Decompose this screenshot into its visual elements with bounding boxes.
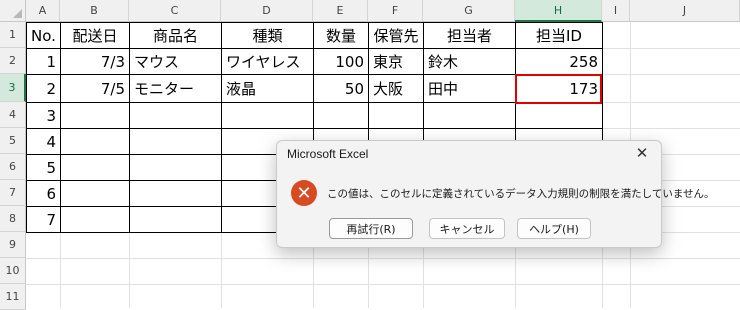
header-cell-qty[interactable]: 数量 [314,23,368,48]
header-cell-person-id[interactable]: 担当ID [516,23,602,48]
column-header-c[interactable]: C [129,0,221,22]
cell-g3[interactable]: 田中 [424,75,515,102]
cell-d2[interactable]: ワイヤレス [222,49,313,74]
cell-a6[interactable]: 5 [27,155,60,180]
column-header-h[interactable]: H [515,0,602,22]
header-cell-storage[interactable]: 保管先 [369,23,423,48]
cell-c3[interactable]: モニター [130,75,221,102]
error-icon: ✕ [291,180,317,206]
header-cell-no[interactable]: No. [27,23,60,48]
header-cell-type[interactable]: 種類 [222,23,313,48]
column-header-d[interactable]: D [221,0,313,22]
dialog-title: Microsoft Excel [287,147,369,161]
column-header-e[interactable]: E [313,0,368,22]
cell-e2[interactable]: 100 [314,49,368,74]
active-cell-highlight [515,74,602,104]
cancel-button[interactable]: キャンセル [429,218,505,239]
row-header-5[interactable]: 5 [0,128,26,154]
column-header-f[interactable]: F [368,0,423,22]
header-cell-product[interactable]: 商品名 [130,23,221,48]
row-header-8[interactable]: 8 [0,206,26,232]
row-header-2[interactable]: 2 [0,48,26,74]
cell-a5[interactable]: 4 [27,129,60,154]
row-header-9[interactable]: 9 [0,232,26,258]
header-cell-person[interactable]: 担当者 [424,23,515,48]
dialog-message: この値は、このセルに定義されているデータ入力規則の制限を満たしていません。 [327,188,715,200]
header-cell-date[interactable]: 配送日 [61,23,129,48]
row-header-3[interactable]: 3 [0,74,26,102]
row-header-6[interactable]: 6 [0,154,26,180]
cell-c2[interactable]: マウス [130,49,221,74]
cell-e3[interactable]: 50 [314,75,368,102]
column-header-g[interactable]: G [423,0,515,22]
select-all-corner[interactable] [0,0,26,22]
column-header-j[interactable]: J [630,0,740,22]
close-icon[interactable]: ✕ [631,143,653,163]
cell-f3[interactable]: 大阪 [369,75,423,102]
cell-a3[interactable]: 2 [27,75,60,102]
cell-f2[interactable]: 東京 [369,49,423,74]
row-header-1[interactable]: 1 [0,22,26,48]
help-button[interactable]: ヘルプ(H) [517,218,591,239]
cell-b3[interactable]: 7/5 [61,75,129,102]
cell-a8[interactable]: 7 [27,207,60,232]
error-dialog: Microsoft Excel ✕ ✕ この値は、このセルに定義されているデータ… [276,140,715,248]
cell-b2[interactable]: 7/3 [61,49,129,74]
row-header-10[interactable]: 10 [0,258,26,284]
row-header-7[interactable]: 7 [0,180,26,206]
cell-a4[interactable]: 3 [27,103,60,128]
cell-h2[interactable]: 258 [516,49,602,74]
retry-button[interactable]: 再試行(R) [329,218,413,239]
column-header-a[interactable]: A [26,0,60,22]
row-header-4[interactable]: 4 [0,102,26,128]
cell-d3[interactable]: 液晶 [222,75,313,102]
row-header-11[interactable]: 11 [0,284,26,310]
column-header-b[interactable]: B [60,0,129,22]
cell-a2[interactable]: 1 [27,49,60,74]
cell-g2[interactable]: 鈴木 [424,49,515,74]
cell-a7[interactable]: 6 [27,181,60,206]
column-header-i[interactable]: I [602,0,630,22]
